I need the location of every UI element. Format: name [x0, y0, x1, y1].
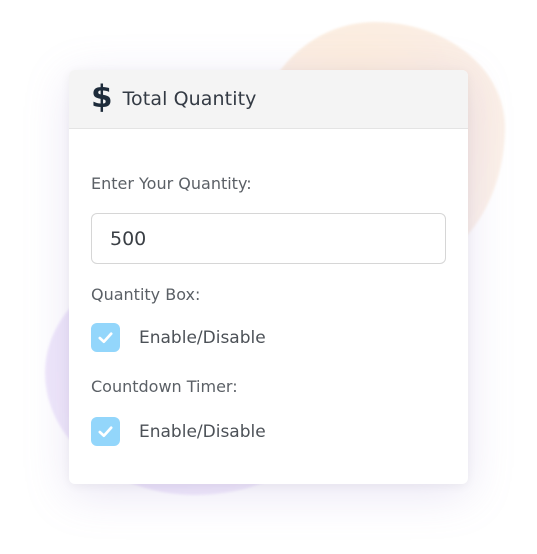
quantity-box-label: Quantity Box:: [91, 285, 201, 304]
quantity-box-option-label: Enable/Disable: [139, 327, 266, 348]
dollar-icon: $: [91, 78, 113, 115]
checkmark-icon: [98, 332, 113, 344]
quantity-box-toggle-row: Enable/Disable: [91, 323, 266, 352]
card-header: $ Total Quantity: [69, 70, 468, 129]
quantity-label: Enter Your Quantity:: [91, 174, 252, 193]
quantity-input[interactable]: [91, 213, 446, 264]
countdown-timer-checkbox[interactable]: [91, 417, 120, 446]
total-quantity-card: $ Total Quantity Enter Your Quantity: Qu…: [69, 70, 468, 484]
checkmark-icon: [98, 426, 113, 438]
countdown-timer-toggle-row: Enable/Disable: [91, 417, 266, 446]
card-title: Total Quantity: [122, 88, 257, 110]
quantity-box-checkbox[interactable]: [91, 323, 120, 352]
countdown-timer-label: Countdown Timer:: [91, 377, 238, 396]
countdown-timer-option-label: Enable/Disable: [139, 421, 266, 442]
